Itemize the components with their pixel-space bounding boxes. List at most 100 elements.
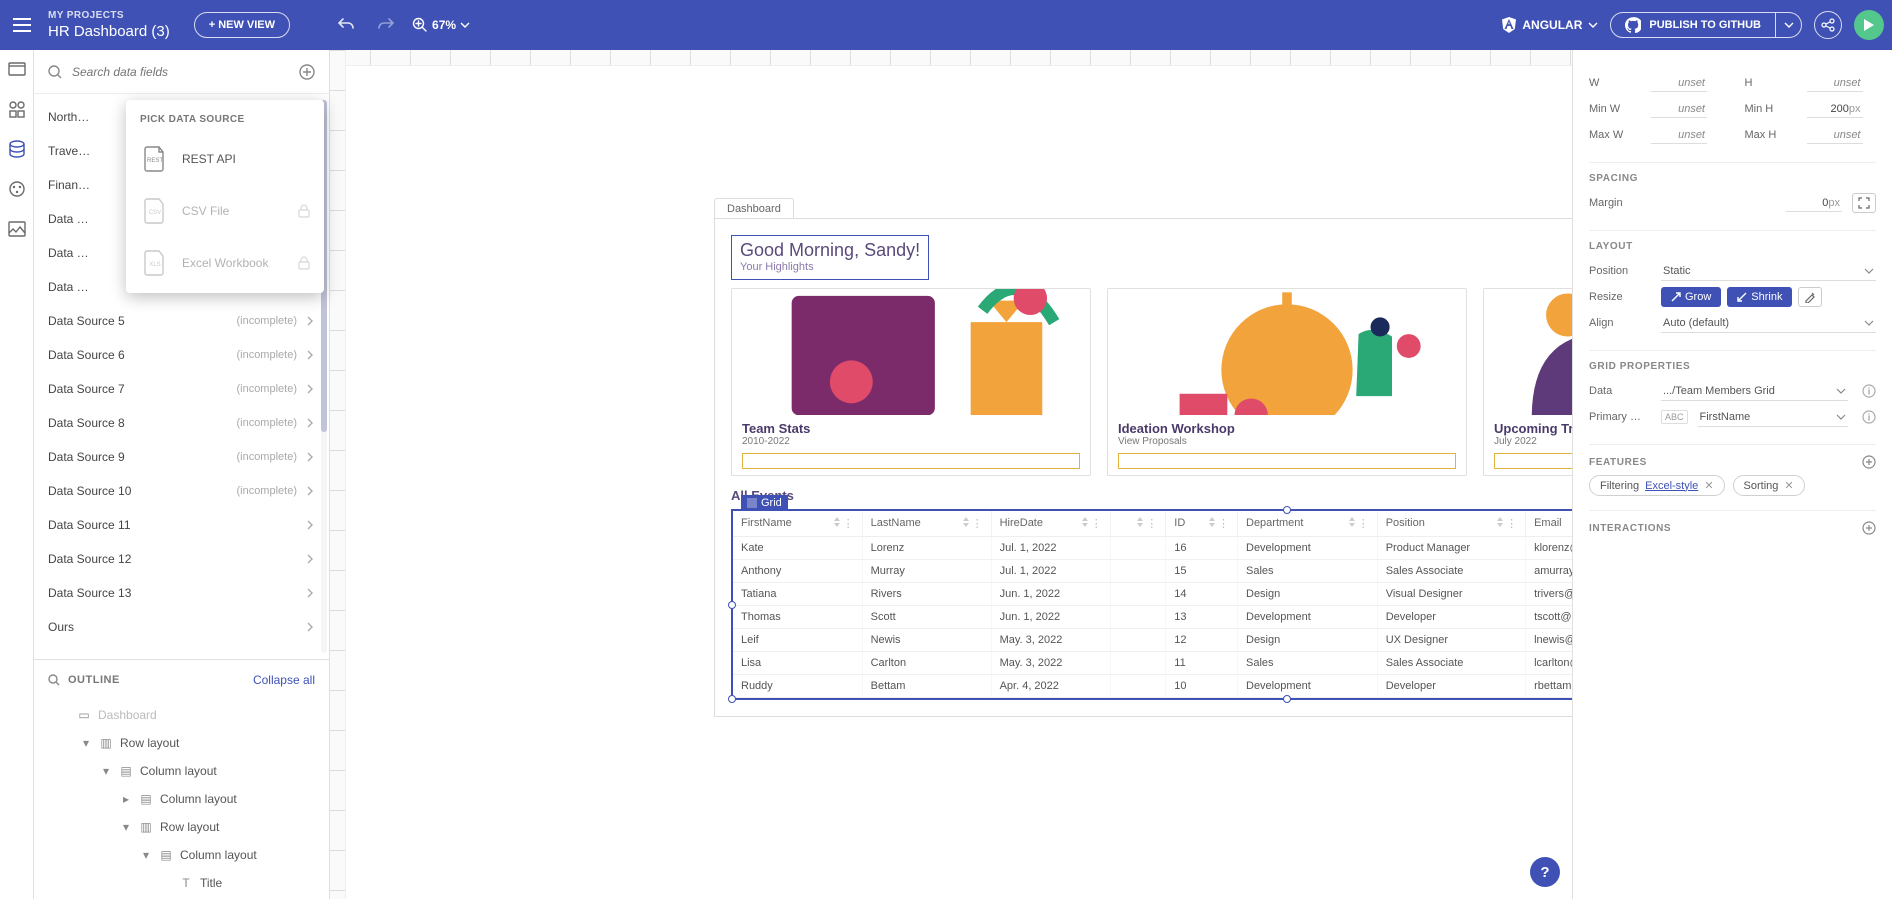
play-icon: [1863, 18, 1875, 32]
position-select[interactable]: Static: [1661, 262, 1876, 281]
undo-button[interactable]: [332, 11, 360, 39]
info-icon[interactable]: [1862, 410, 1876, 424]
tree-node-dashboard[interactable]: ▭Dashboard: [38, 701, 325, 729]
plus-circle-icon: [299, 64, 315, 80]
data-grid[interactable]: FirstName⋮LastName⋮HireDate⋮⋮ID⋮Departme…: [733, 511, 1572, 698]
search-input[interactable]: [70, 64, 291, 80]
grid-header[interactable]: Position⋮: [1377, 511, 1525, 537]
grid-header[interactable]: ⋮: [1110, 511, 1166, 537]
highlight-card[interactable]: Upcoming TrainingJuly 2022: [1483, 288, 1572, 476]
grid-header[interactable]: ID⋮: [1166, 511, 1238, 537]
collapse-all-link[interactable]: Collapse all: [253, 673, 315, 687]
rail-assets[interactable]: [6, 218, 28, 240]
shrink-button[interactable]: Shrink: [1727, 287, 1792, 307]
redo-button[interactable]: [372, 11, 400, 39]
tree-node-row[interactable]: ▾▥Row layout: [38, 729, 325, 757]
datasource-item[interactable]: Data Source 5(incomplete): [34, 304, 329, 338]
height-field[interactable]: unset: [1807, 75, 1863, 92]
table-row[interactable]: LeifNewisMay. 3, 202212DesignUX Designer…: [733, 629, 1572, 652]
table-row[interactable]: KateLorenzJul. 1, 202216DevelopmentProdu…: [733, 537, 1572, 560]
highlight-card[interactable]: Ideation WorkshopView Proposals: [1107, 288, 1467, 476]
remove-filter-icon[interactable]: ✕: [1704, 479, 1713, 492]
svg-text:CSV: CSV: [149, 210, 161, 216]
artboard-tab[interactable]: Dashboard: [714, 198, 794, 218]
sorting-chip[interactable]: Sorting ✕: [1733, 475, 1805, 496]
grid-header[interactable]: Department⋮: [1238, 511, 1378, 537]
table-row[interactable]: TatianaRiversJun. 1, 202214DesignVisual …: [733, 583, 1572, 606]
menu-button[interactable]: [8, 11, 36, 39]
breadcrumb[interactable]: MY PROJECTS HR Dashboard (3): [48, 11, 170, 39]
tree-node-row2[interactable]: ▾▥Row layout: [38, 813, 325, 841]
properties-panel: Wunset Hunset Min Wunset Min H200px Max …: [1572, 50, 1892, 899]
publish-button[interactable]: PUBLISH TO GITHUB: [1610, 12, 1776, 38]
rail-data[interactable]: [6, 138, 28, 160]
publish-dropdown-button[interactable]: [1776, 12, 1802, 38]
publish-label: PUBLISH TO GITHUB: [1649, 19, 1761, 31]
table-row[interactable]: RuddyBettamApr. 4, 202210DevelopmentDeve…: [733, 675, 1572, 698]
rail-components[interactable]: [6, 98, 28, 120]
grid-component[interactable]: FirstName⋮LastName⋮HireDate⋮⋮ID⋮Departme…: [731, 509, 1572, 700]
datasource-item[interactable]: Data Source 12: [34, 542, 329, 576]
highlight-card[interactable]: Team Stats2010-2022: [731, 288, 1091, 476]
datasource-item[interactable]: Data Source 13: [34, 576, 329, 610]
margin-expand-button[interactable]: [1852, 193, 1876, 213]
add-feature-button[interactable]: [1862, 455, 1876, 469]
zoom-control[interactable]: 67%: [412, 17, 470, 33]
greeting-block[interactable]: Good Morning, Sandy! Your Highlights: [731, 235, 929, 280]
angular-icon: [1502, 17, 1516, 33]
tree-node-col3[interactable]: ▾▤Column layout: [38, 841, 325, 869]
layout-section: LAYOUT Position Static Resize Grow Shrin…: [1589, 231, 1876, 351]
popover-rest-api[interactable]: REST REST API: [126, 133, 324, 185]
table-row[interactable]: AnthonyMurrayJul. 1, 202215SalesSales As…: [733, 560, 1572, 583]
help-button[interactable]: ?: [1530, 857, 1560, 887]
grid-header[interactable]: Email⋮: [1526, 511, 1572, 537]
width-field[interactable]: unset: [1651, 75, 1707, 92]
framework-selector[interactable]: ANGULAR: [1502, 17, 1598, 33]
grid-properties-section: GRID PROPERTIES Data .../Team Members Gr…: [1589, 351, 1876, 445]
datasource-item[interactable]: Data Source 7(incomplete): [34, 372, 329, 406]
maxh-field[interactable]: unset: [1807, 127, 1863, 144]
outline-tree: ▭Dashboard ▾▥Row layout ▾▤Column layout …: [34, 699, 329, 899]
grid-header[interactable]: FirstName⋮: [733, 511, 862, 537]
datasource-item[interactable]: Data Source 11: [34, 508, 329, 542]
add-datasource-button[interactable]: [299, 64, 315, 80]
datasource-item[interactable]: Data Source 10(incomplete): [34, 474, 329, 508]
share-button[interactable]: [1814, 11, 1842, 39]
grid-header[interactable]: HireDate⋮: [991, 511, 1110, 537]
minh-field[interactable]: 200px: [1807, 101, 1863, 118]
lock-icon: [298, 204, 310, 218]
align-select[interactable]: Auto (default): [1661, 314, 1876, 333]
expand-icon: [1858, 197, 1870, 209]
datasource-item[interactable]: Data Source 9(incomplete): [34, 440, 329, 474]
datasource-item[interactable]: Data Source 8(incomplete): [34, 406, 329, 440]
minw-field[interactable]: unset: [1651, 101, 1707, 118]
resize-edit-button[interactable]: [1798, 287, 1822, 307]
table-row[interactable]: LisaCarltonMay. 3, 202211SalesSales Asso…: [733, 652, 1572, 675]
canvas[interactable]: Dashboard Good Morning, Sandy! Your High…: [330, 50, 1572, 899]
data-select[interactable]: .../Team Members Grid: [1661, 382, 1848, 401]
framework-label: ANGULAR: [1522, 18, 1582, 32]
popover-csv: CSV CSV File: [126, 185, 324, 237]
primary-key-select[interactable]: FirstName: [1698, 408, 1848, 427]
datasource-item[interactable]: Ours: [34, 610, 329, 644]
run-button[interactable]: [1854, 10, 1884, 40]
tree-node-title[interactable]: TTitle: [38, 869, 325, 897]
add-interaction-button[interactable]: [1862, 521, 1876, 535]
tree-node-col2[interactable]: ▸▤Column layout: [38, 785, 325, 813]
outline-header: OUTLINE Collapse all: [34, 659, 329, 699]
rail-views[interactable]: [6, 58, 28, 80]
margin-field[interactable]: 0px: [1786, 195, 1842, 212]
grid-header[interactable]: LastName⋮: [862, 511, 991, 537]
filtering-chip[interactable]: Filtering Excel-style ✕: [1589, 475, 1725, 496]
info-icon[interactable]: [1862, 384, 1876, 398]
rail-theme[interactable]: [6, 178, 28, 200]
greeting-title: Good Morning, Sandy!: [740, 240, 920, 261]
tree-node-col[interactable]: ▾▤Column layout: [38, 757, 325, 785]
grow-button[interactable]: Grow: [1661, 287, 1721, 307]
datasource-item[interactable]: Data Source 6(incomplete): [34, 338, 329, 372]
table-row[interactable]: ThomasScottJun. 1, 202213DevelopmentDeve…: [733, 606, 1572, 629]
new-view-button[interactable]: + NEW VIEW: [194, 12, 290, 38]
remove-sort-icon[interactable]: ✕: [1784, 479, 1793, 492]
cards-row: Team Stats2010-2022Ideation WorkshopView…: [731, 288, 1572, 476]
maxw-field[interactable]: unset: [1651, 127, 1707, 144]
